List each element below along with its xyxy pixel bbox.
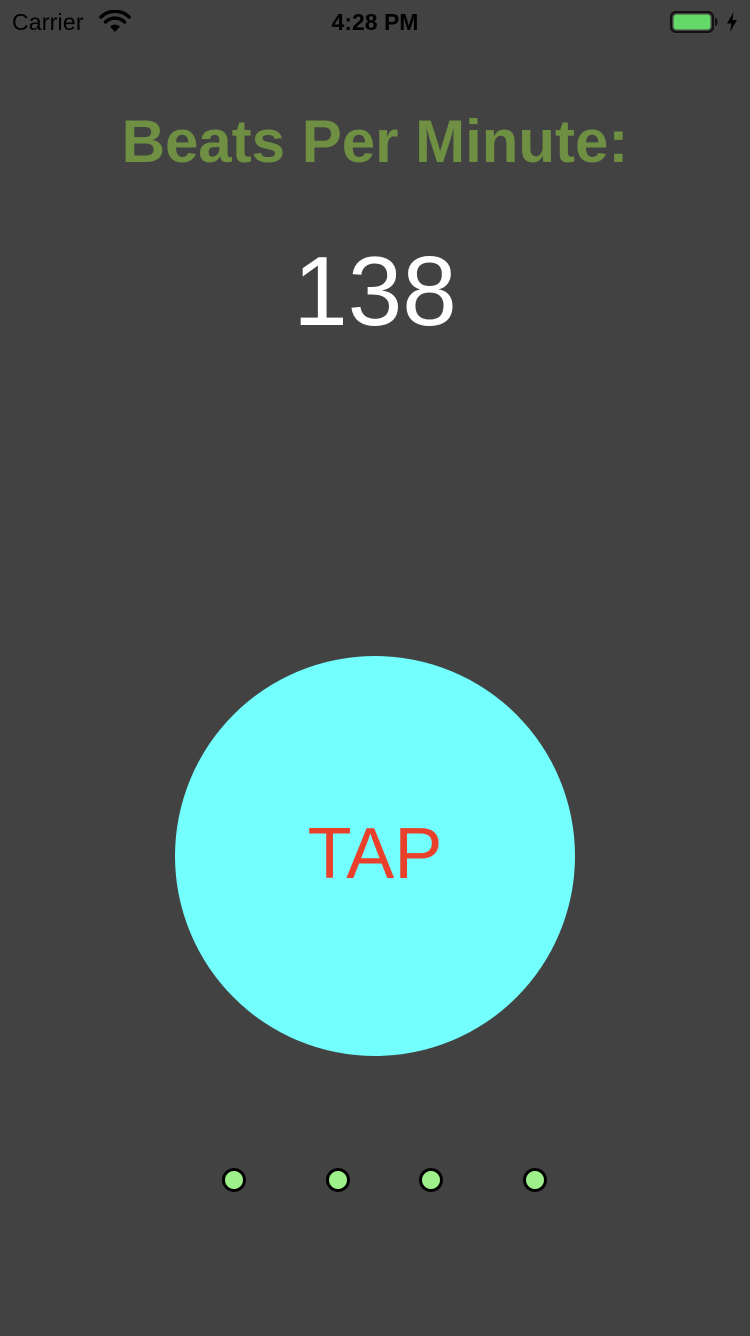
bpm-title: Beats Per Minute:: [121, 108, 629, 175]
charging-bolt-icon: [727, 12, 737, 32]
beat-indicator-4: [523, 1168, 547, 1192]
battery-full-icon: [670, 11, 718, 33]
beat-indicator-3: [419, 1168, 443, 1192]
status-time: 4:28 PM: [331, 9, 419, 35]
status-bar: Carrier 4:28 PM: [0, 0, 750, 44]
tap-button[interactable]: TAP: [175, 656, 575, 1056]
beat-indicator-1: [222, 1168, 246, 1192]
battery-level-fill: [673, 14, 711, 30]
beat-indicator-2: [326, 1168, 350, 1192]
tap-button-label: TAP: [307, 814, 443, 894]
bpm-value: 138: [293, 236, 457, 346]
